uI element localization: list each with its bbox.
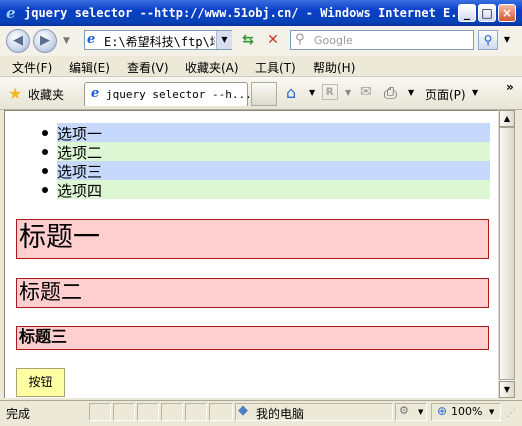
stop-button[interactable]: ✕ bbox=[262, 30, 284, 50]
maximize-button[interactable]: □ bbox=[478, 4, 496, 22]
scroll-up-button[interactable]: ▲ bbox=[499, 110, 515, 127]
page-menu-button[interactable]: 页面(P) bbox=[425, 86, 466, 103]
forward-arrow-icon: ▶ bbox=[40, 33, 50, 48]
computer-icon: ◆ bbox=[238, 403, 248, 418]
window-frame bbox=[515, 110, 522, 400]
status-panel bbox=[209, 403, 233, 421]
refresh-button[interactable]: ⇆ bbox=[237, 30, 259, 50]
ie-icon: e bbox=[91, 86, 100, 101]
page-content: 选项一 选项二 选项三 选项四 标题一 标题二 标题三 按钮 bbox=[4, 110, 498, 398]
page-menu-dropdown[interactable]: ▼ bbox=[472, 88, 478, 97]
menu-help[interactable]: 帮助(H) bbox=[313, 59, 355, 76]
search-button[interactable]: ⚲ bbox=[478, 30, 498, 50]
page-button[interactable]: 按钮 bbox=[16, 368, 65, 397]
menu-tools[interactable]: 工具(T) bbox=[255, 59, 296, 76]
resize-grip[interactable]: ⋰ bbox=[506, 408, 516, 419]
status-panel bbox=[185, 403, 207, 421]
status-text: 完成 bbox=[6, 407, 31, 421]
print-dropdown[interactable]: ▼ bbox=[408, 88, 414, 97]
status-panel bbox=[89, 403, 111, 421]
ie-icon: e bbox=[6, 4, 16, 22]
address-dropdown-button[interactable]: ▼ bbox=[216, 31, 232, 49]
protected-mode-dropdown[interactable]: ▼ bbox=[418, 408, 423, 416]
zoom-level[interactable]: 100% bbox=[451, 405, 482, 418]
status-panel bbox=[161, 403, 183, 421]
heading-1: 标题一 bbox=[16, 219, 489, 259]
menu-file[interactable]: 文件(F) bbox=[12, 59, 52, 76]
toolbar-overflow-button[interactable]: » bbox=[506, 80, 514, 94]
zone-label: 我的电脑 bbox=[256, 407, 305, 421]
option-list: 选项一 选项二 选项三 选项四 bbox=[42, 123, 490, 200]
search-icon: ⚲ bbox=[295, 32, 305, 47]
close-button[interactable]: × bbox=[498, 4, 516, 22]
refresh-icon: ⇆ bbox=[242, 32, 254, 48]
address-input[interactable]: E:\希望科技\ftp\培 bbox=[104, 33, 215, 50]
tab-title[interactable]: jquery selector --h... bbox=[106, 88, 252, 101]
heading-2: 标题二 bbox=[16, 278, 489, 308]
home-dropdown[interactable]: ▼ bbox=[309, 88, 315, 97]
status-panel bbox=[113, 403, 135, 421]
list-item: 选项二 bbox=[42, 142, 490, 162]
scroll-down-button[interactable]: ▼ bbox=[499, 381, 515, 398]
back-arrow-icon: ◀ bbox=[13, 33, 23, 48]
search-icon: ⚲ bbox=[483, 33, 493, 47]
recent-pages-dropdown[interactable]: ▼ bbox=[63, 36, 70, 46]
scroll-thumb[interactable] bbox=[499, 127, 515, 380]
list-item: 选项三 bbox=[42, 161, 490, 181]
forward-button[interactable]: ▶ bbox=[33, 29, 57, 53]
print-icon[interactable]: ⎙ bbox=[384, 83, 397, 103]
heading-3: 标题三 bbox=[16, 326, 489, 350]
zoom-dropdown[interactable]: ▼ bbox=[489, 408, 494, 416]
menu-view[interactable]: 查看(V) bbox=[127, 59, 169, 76]
search-options-dropdown[interactable]: ▼ bbox=[500, 30, 514, 50]
minimize-button[interactable]: _ bbox=[458, 4, 476, 22]
mail-icon[interactable]: ✉ bbox=[360, 84, 372, 100]
list-item: 选项四 bbox=[42, 180, 490, 200]
list-item: 选项一 bbox=[42, 123, 490, 143]
window-title: jquery selector --http://www.51obj.cn/ -… bbox=[24, 6, 472, 20]
stop-icon: ✕ bbox=[267, 32, 279, 48]
back-button[interactable]: ◀ bbox=[6, 29, 30, 53]
feeds-dropdown[interactable]: ▼ bbox=[345, 88, 351, 97]
status-panel bbox=[137, 403, 159, 421]
menu-favorites[interactable]: 收藏夹(A) bbox=[185, 59, 239, 76]
zoom-icon[interactable]: ⊕ bbox=[437, 404, 447, 418]
new-tab-button[interactable] bbox=[251, 82, 277, 106]
menu-edit[interactable]: 编辑(E) bbox=[69, 59, 110, 76]
feeds-icon[interactable]: ʀ bbox=[322, 84, 338, 100]
home-icon[interactable]: ⌂ bbox=[286, 83, 296, 102]
star-icon: ★ bbox=[8, 84, 23, 103]
search-input[interactable]: Google bbox=[314, 34, 353, 47]
favorites-button[interactable]: 收藏夹 bbox=[28, 86, 64, 103]
ie-icon: e bbox=[87, 32, 96, 47]
lock-icon[interactable]: ⚙ bbox=[399, 404, 409, 417]
